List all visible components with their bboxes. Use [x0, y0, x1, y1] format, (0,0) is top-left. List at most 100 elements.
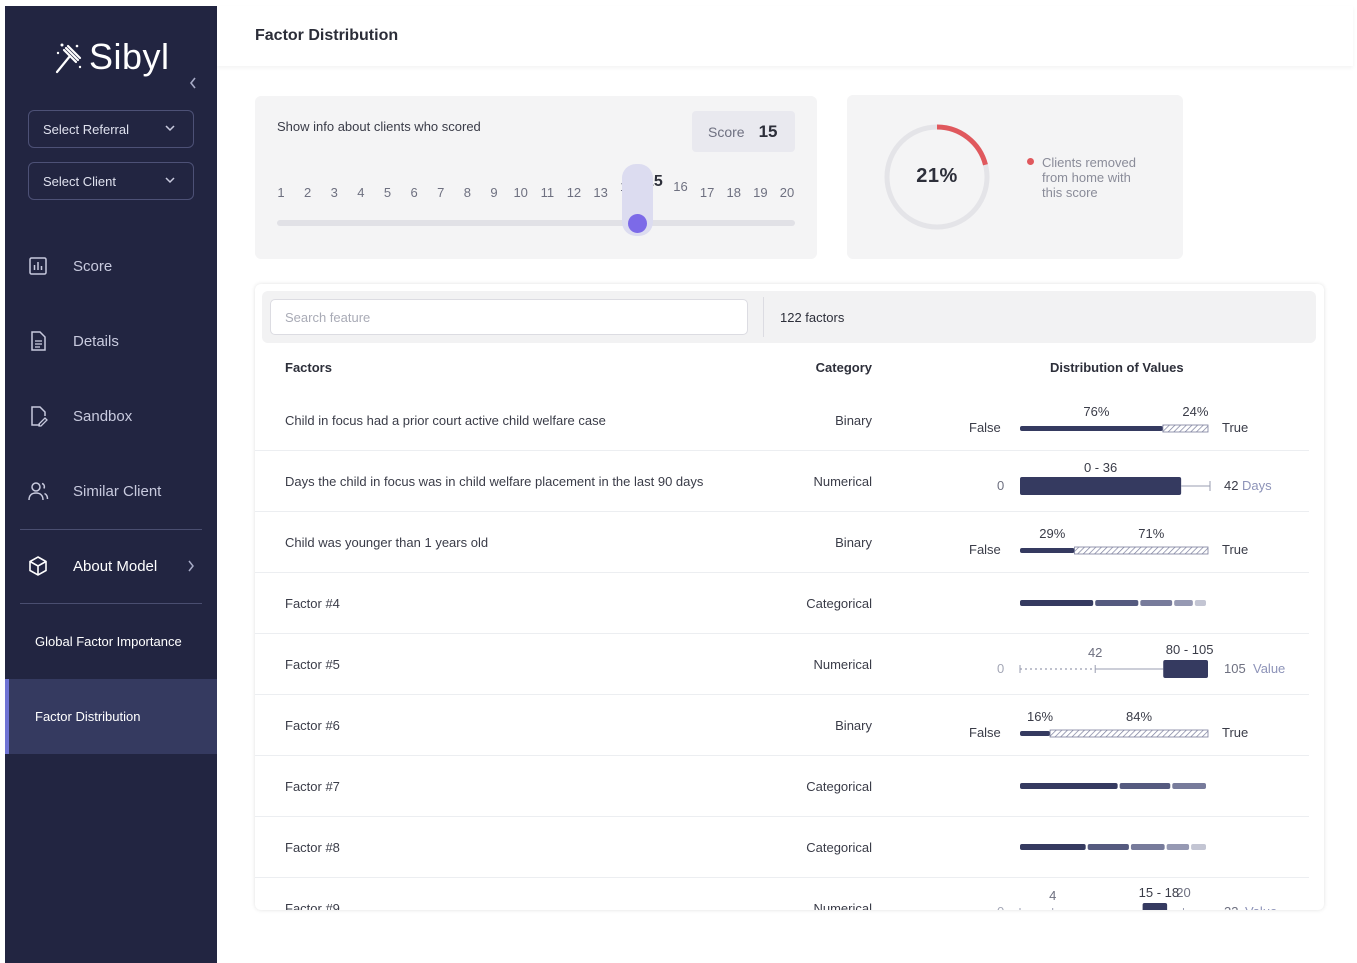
chevron-left-icon: [189, 77, 196, 89]
legend-dot: [1027, 158, 1034, 165]
score-tick[interactable]: 9: [490, 185, 497, 200]
category-segment: [1172, 783, 1206, 789]
factors-table-card: 122 factors Factors Category Distributio…: [255, 284, 1324, 910]
score-tick[interactable]: 1: [277, 185, 284, 200]
score-tick[interactable]: 13: [593, 185, 607, 200]
true-share-bar: [1162, 424, 1209, 433]
score-tick[interactable]: 10: [513, 185, 527, 200]
score-value: 15: [758, 121, 778, 141]
users-icon: [28, 482, 49, 501]
factor-name: Factor #6: [285, 718, 340, 733]
category-segment: [1020, 783, 1118, 789]
category-segment: [1174, 600, 1193, 606]
score-tick[interactable]: 5: [384, 185, 391, 200]
score-slider-track[interactable]: [277, 220, 795, 226]
app-name: Sibyl: [89, 36, 170, 77]
category-segment: [1020, 600, 1094, 606]
false-label: False: [969, 420, 1001, 435]
cube-icon: [29, 556, 47, 576]
false-label: False: [969, 725, 1001, 740]
axis-unit: Days: [1242, 478, 1272, 493]
range-bar: [1020, 477, 1182, 495]
score-tick[interactable]: 2: [304, 185, 311, 200]
sidebar-subitem-factor-distribution[interactable]: Factor Distribution: [5, 679, 217, 754]
table-toolbar: 122 factors: [262, 291, 1316, 343]
score-tick[interactable]: 3: [331, 185, 338, 200]
factor-category: Numerical: [813, 901, 872, 910]
false-percent: 76%: [1083, 404, 1110, 419]
score-tick[interactable]: 4: [357, 185, 364, 200]
column-header-distribution: Distribution of Values: [1050, 360, 1184, 375]
table-row[interactable]: Factor #9Numerical200415 - 1823Value: [255, 878, 1309, 910]
sidebar-item-sandbox[interactable]: Sandbox: [5, 404, 217, 428]
sidebar-item-score[interactable]: Score: [5, 254, 217, 278]
false-share-bar: [1020, 548, 1075, 553]
search-feature-input[interactable]: [270, 299, 748, 335]
page-title: Factor Distribution: [255, 27, 399, 44]
app-logo[interactable]: Sibyl: [53, 36, 170, 78]
factor-category: Binary: [835, 535, 872, 550]
score-tick[interactable]: 6: [411, 185, 418, 200]
distribution-cell: False True 16% 84%: [955, 695, 1309, 756]
distribution-chart: [1020, 424, 1209, 433]
chevron-down-icon: [165, 177, 175, 184]
score-tick[interactable]: 20: [780, 185, 794, 200]
score-tick[interactable]: 12: [567, 185, 581, 200]
distribution-cell: [955, 756, 1309, 817]
sidebar-item-label: About Model: [73, 557, 158, 575]
axis-max: 105: [1224, 661, 1246, 676]
distribution-chart: [1020, 783, 1206, 789]
table-row[interactable]: Days the child in focus was in child wel…: [255, 451, 1309, 512]
score-tick[interactable]: 11: [541, 185, 555, 200]
collapse-sidebar-button[interactable]: [189, 76, 197, 94]
select-client-dropdown[interactable]: Select Client: [28, 162, 194, 200]
factor-category: Categorical: [806, 779, 872, 794]
sidebar-item-label: Similar Client: [73, 482, 162, 500]
score-prompt: Show info about clients who scored: [277, 119, 481, 134]
score-tick[interactable]: 19: [753, 185, 767, 200]
category-segment: [1087, 844, 1129, 850]
select-referral-dropdown[interactable]: Select Referral: [28, 110, 194, 148]
distribution-cell: [955, 573, 1309, 634]
table-row[interactable]: Factor #4 Categorical: [255, 573, 1309, 634]
factor-name: Days the child in focus was in child wel…: [285, 474, 704, 489]
sidebar-item-about-model[interactable]: About Model: [5, 554, 217, 578]
sidebar-item-details[interactable]: Details: [5, 329, 217, 353]
table-row[interactable]: Child in focus had a prior court active …: [255, 390, 1309, 451]
removal-rate-card: 21% Clients removed from home with this …: [847, 95, 1183, 259]
range-bar: [1142, 903, 1168, 910]
table-row[interactable]: Factor #6 Binary False True 16% 84%: [255, 695, 1309, 756]
removal-legend: Clients removed from home with this scor…: [1042, 155, 1136, 200]
distribution-chart: [1020, 729, 1209, 738]
table-row[interactable]: Factor #5 Numerical 0 42 80 - 105 105 Value: [255, 634, 1309, 695]
false-label: False: [969, 542, 1001, 557]
score-tick[interactable]: 8: [464, 185, 471, 200]
factor-name: Factor #5: [285, 657, 340, 672]
category-segment: [1166, 844, 1190, 850]
score-tick[interactable]: 16: [673, 179, 687, 194]
category-segment: [1020, 844, 1086, 850]
range-label: 0 - 36: [1083, 460, 1118, 475]
distribution-cell: False True 76% 24%: [955, 390, 1309, 451]
toolbar-divider: [763, 297, 764, 337]
table-row[interactable]: Factor #7 Categorical: [255, 756, 1309, 817]
sidebar-subitem-global-factor-importance[interactable]: Global Factor Importance: [5, 604, 217, 679]
factor-name: Factor #9: [285, 901, 340, 910]
axis-unit: Value: [1253, 661, 1286, 676]
true-percent: 84%: [1126, 709, 1153, 724]
false-share-bar: [1020, 731, 1051, 736]
column-header-category: Category: [815, 360, 872, 375]
false-percent: 16%: [1027, 709, 1054, 724]
table-row[interactable]: Factor #8 Categorical: [255, 817, 1309, 878]
score-tick[interactable]: 17: [700, 185, 714, 200]
score-tick[interactable]: 18: [727, 185, 741, 200]
true-label: True: [1222, 420, 1249, 435]
score-slider-thumb[interactable]: [628, 214, 647, 233]
table-row[interactable]: Child was younger than 1 years old Binary…: [255, 512, 1309, 573]
distribution-chart: [1020, 546, 1209, 555]
true-label: True: [1222, 725, 1249, 740]
distribution-cell: False True 29% 71%: [955, 512, 1309, 573]
sidebar-item-similar-client[interactable]: Similar Client: [5, 479, 217, 503]
sidebar-subitem-label: Global Factor Importance: [35, 634, 182, 649]
score-tick[interactable]: 7: [437, 185, 444, 200]
